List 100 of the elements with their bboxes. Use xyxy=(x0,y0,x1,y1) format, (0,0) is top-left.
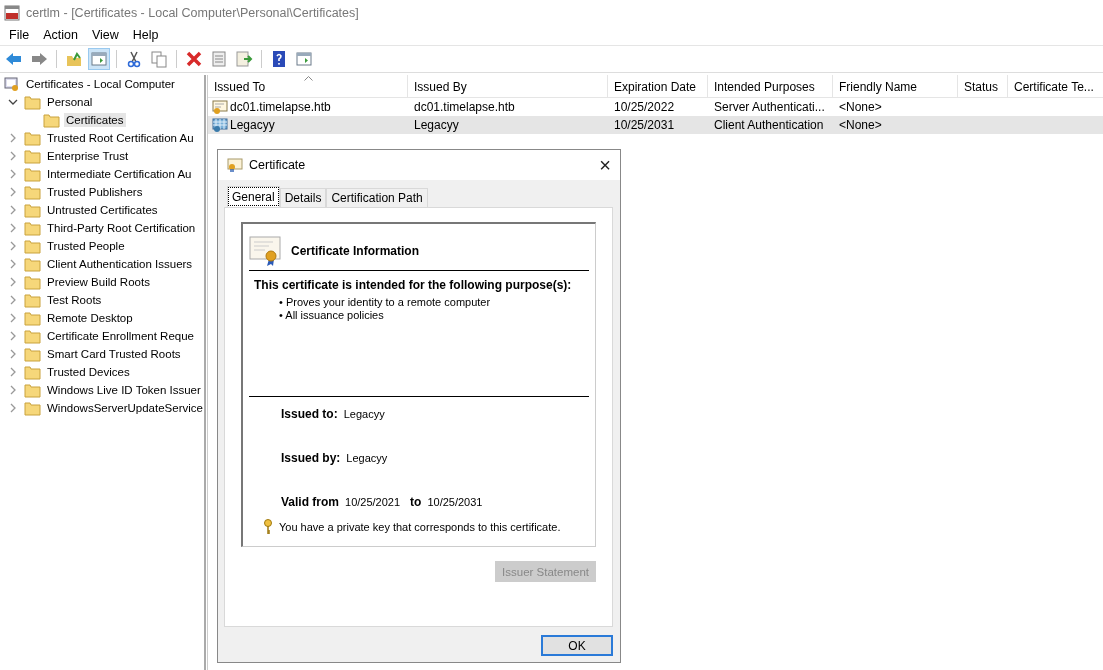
chevron-right-icon[interactable] xyxy=(8,313,18,323)
tree-item[interactable]: Certificates - Local Computer xyxy=(24,77,177,91)
tab[interactable]: Certification Path xyxy=(326,188,428,207)
tree-item[interactable]: Enterprise Trust xyxy=(45,149,131,163)
export-icon[interactable] xyxy=(233,48,255,70)
folder-icon xyxy=(24,364,41,380)
folder-icon xyxy=(24,220,41,236)
menu-item[interactable]: File xyxy=(2,28,37,42)
table-cell: <None> xyxy=(839,118,882,132)
private-key-note: You have a private key that corresponds to this certificate. xyxy=(279,521,561,533)
app-icon xyxy=(4,4,20,21)
chevron-right-icon[interactable] xyxy=(8,241,18,251)
close-button[interactable]: × xyxy=(590,153,620,177)
tree-item[interactable]: Trusted Devices xyxy=(45,365,132,379)
tree-item[interactable]: Client Authentication Issuers xyxy=(45,257,195,271)
menu-item[interactable]: Action xyxy=(36,28,85,42)
tree-item[interactable]: Trusted Root Certification Au xyxy=(45,131,196,145)
folder-icon xyxy=(24,292,41,308)
table-cell: <None> xyxy=(839,100,882,114)
certificate-icon xyxy=(212,99,228,115)
table-cell: dc01.timelapse.htb xyxy=(230,100,331,114)
purpose-item: • All issuance policies xyxy=(279,309,385,322)
tree-item[interactable]: Intermediate Certification Au xyxy=(45,167,194,181)
field-value: 10/25/2031 xyxy=(427,496,483,508)
tree-item[interactable]: WindowsServerUpdateService xyxy=(45,401,205,415)
chevron-right-icon[interactable] xyxy=(8,187,18,197)
table-cell: 10/25/2031 xyxy=(614,118,675,132)
tree-item[interactable]: Personal xyxy=(45,95,95,109)
folder-icon xyxy=(24,346,41,362)
tree-item[interactable]: Remote Desktop xyxy=(45,311,135,325)
field-value: 10/25/2021 xyxy=(345,496,401,508)
chevron-right-icon[interactable] xyxy=(8,403,18,413)
field-value: Legacyy xyxy=(346,452,388,464)
tree-item[interactable]: Trusted Publishers xyxy=(45,185,145,199)
tree-item[interactable]: Windows Live ID Token Issuer xyxy=(45,383,203,397)
column-header[interactable]: Issued To xyxy=(208,75,408,97)
dialog-title: Certificate xyxy=(249,158,307,172)
table-cell: Legacyy xyxy=(230,118,275,132)
purpose-heading: This certificate is intended for the following purpose(s): xyxy=(254,278,573,292)
chevron-right-icon[interactable] xyxy=(8,205,18,215)
table-cell: dc01.timelapse.htb xyxy=(414,100,515,114)
menu-item[interactable]: View xyxy=(84,28,126,42)
chevron-right-icon[interactable] xyxy=(8,295,18,305)
chevron-right-icon[interactable] xyxy=(8,169,18,179)
chevron-right-icon[interactable] xyxy=(8,133,18,143)
tree-item[interactable]: Third-Party Root Certification xyxy=(45,221,198,235)
chevron-right-icon[interactable] xyxy=(8,259,18,269)
tree-item[interactable]: Smart Card Trusted Roots xyxy=(45,347,183,361)
chevron-right-icon[interactable] xyxy=(8,349,18,359)
chevron-right-icon[interactable] xyxy=(8,151,18,161)
chevron-right-icon[interactable] xyxy=(8,331,18,341)
column-header[interactable]: Status xyxy=(958,75,1008,97)
folder-icon xyxy=(24,382,41,398)
folder-icon xyxy=(24,166,41,182)
menu-item[interactable]: Help xyxy=(125,28,166,42)
folder-icon xyxy=(24,256,41,272)
window-title: certlm - [Certificates - Local Computer\Personal\Certificates] xyxy=(26,5,359,20)
purpose-item: • Proves your identity to a remote computer xyxy=(279,296,492,309)
table-cell: 10/25/2022 xyxy=(614,100,675,114)
folder-icon xyxy=(24,202,41,218)
chevron-right-icon[interactable] xyxy=(8,367,18,377)
column-header[interactable]: Certificate Te... xyxy=(1008,75,1103,97)
tab[interactable]: Details xyxy=(279,188,327,207)
chevron-right-icon[interactable] xyxy=(8,277,18,287)
folder-icon xyxy=(24,274,41,290)
chevron-down-icon[interactable] xyxy=(8,97,18,107)
field-label: Issued to: xyxy=(281,407,338,421)
table-cell: Client Authentication xyxy=(714,118,824,132)
tree-item[interactable]: Test Roots xyxy=(45,293,104,307)
column-header[interactable]: Expiration Date xyxy=(608,75,708,97)
folder-icon xyxy=(24,238,41,254)
column-header[interactable]: Friendly Name xyxy=(833,75,958,97)
tree-item[interactable]: Certificates xyxy=(64,113,126,127)
field-label: to xyxy=(410,495,422,509)
key-icon xyxy=(263,519,273,535)
folder-icon xyxy=(24,148,41,164)
section-heading: Certificate Information xyxy=(291,244,419,258)
column-header[interactable]: Intended Purposes xyxy=(708,75,833,97)
chevron-right-icon[interactable] xyxy=(8,385,18,395)
folder-icon xyxy=(24,400,41,416)
folder-icon xyxy=(24,94,41,110)
ok-button[interactable]: OK xyxy=(541,635,613,656)
field-label: Valid from xyxy=(281,495,339,509)
computer-certificate-icon xyxy=(4,76,20,92)
tree-item[interactable]: Preview Build Roots xyxy=(45,275,152,289)
column-header[interactable]: Issued By xyxy=(408,75,608,97)
pane-icon[interactable] xyxy=(88,48,110,70)
folder-icon xyxy=(43,112,60,128)
table-row[interactable]: Legacyy Legacyy 10/25/2031 Client Authentication <None> xyxy=(208,116,1103,134)
tree-item[interactable]: Certificate Enrollment Reque xyxy=(45,329,196,343)
table-row[interactable]: dc01.timelapse.htb dc01.timelapse.htb 10/25/2022 Server Authenticati... <None> xyxy=(208,98,1103,116)
table-cell: Legacyy xyxy=(414,118,459,132)
folder-icon xyxy=(24,184,41,200)
tree-item[interactable]: Trusted People xyxy=(45,239,127,253)
chevron-right-icon[interactable] xyxy=(8,223,18,233)
table-cell: Server Authenticati... xyxy=(714,100,825,114)
folder-icon xyxy=(24,130,41,146)
checkered-certificate-icon xyxy=(212,117,228,133)
tree-item[interactable]: Untrusted Certificates xyxy=(45,203,160,217)
tab[interactable]: General xyxy=(227,186,280,207)
